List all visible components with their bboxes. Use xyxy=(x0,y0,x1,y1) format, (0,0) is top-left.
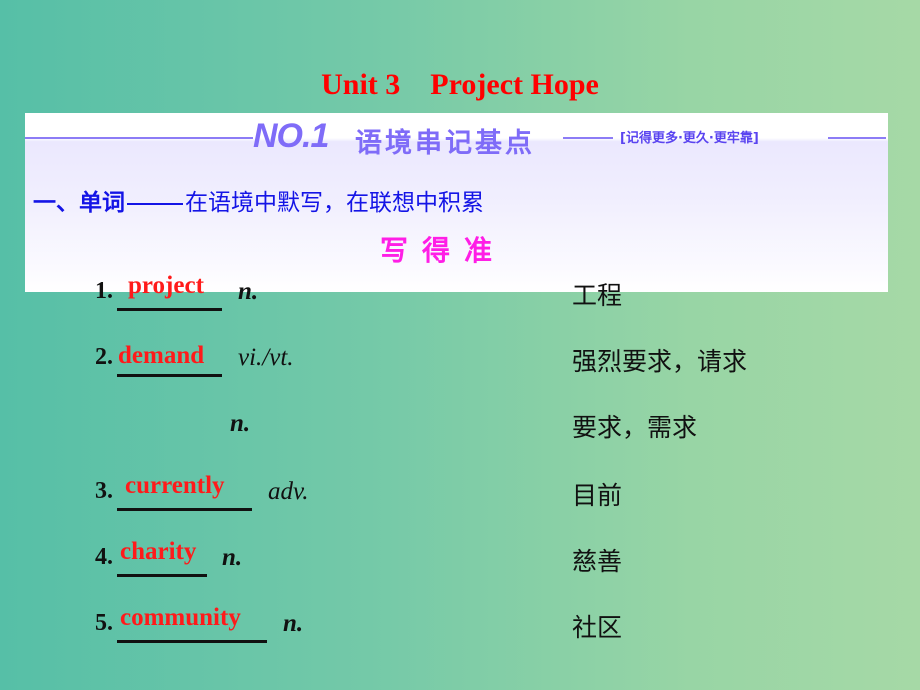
banner-title: 语境串记基点 xyxy=(355,128,535,159)
banner-divider-mid xyxy=(563,137,613,139)
sub-heading: 写得准 xyxy=(380,234,507,267)
meaning: 工程 xyxy=(572,281,623,310)
page-title: Unit 3 Project Hope xyxy=(321,68,599,101)
item-number: 3. xyxy=(95,478,113,504)
section-heading: 一、单词 在语境中默写，在联想中积累 xyxy=(33,183,484,217)
answer-text: demand xyxy=(118,342,205,369)
part-of-speech: n. xyxy=(238,278,259,305)
answer-text: currently xyxy=(125,472,225,499)
part-of-speech: n. xyxy=(230,410,251,437)
vocab-row: 3. currently adv. 目前 xyxy=(0,472,920,512)
item-number: 2. xyxy=(95,344,113,370)
vocab-row: 4. charity n. 慈善 xyxy=(0,538,920,578)
meaning: 强烈要求，请求 xyxy=(572,347,748,376)
answer-text: charity xyxy=(120,538,197,565)
meaning: 社区 xyxy=(572,613,623,642)
vocab-row: 5. community n. 社区 xyxy=(0,604,920,644)
meaning: 要求，需求 xyxy=(572,413,698,442)
banner-tag: [记得更多·更久·更牢靠] xyxy=(620,131,759,146)
meaning: 目前 xyxy=(572,481,623,510)
part-of-speech: adv. xyxy=(268,478,309,505)
banner-number: NO.1 xyxy=(253,117,329,155)
answer-text: community xyxy=(120,604,241,631)
item-number: 4. xyxy=(95,544,113,570)
item-number: 5. xyxy=(95,610,113,636)
part-of-speech: vi./vt. xyxy=(238,344,294,371)
section-banner: NO.1 语境串记基点 [记得更多·更久·更牢靠] 一、单词 在语境中默写，在联想… xyxy=(25,113,888,292)
answer-text: project xyxy=(128,272,204,299)
vocab-row: n. 要求，需求 xyxy=(0,406,920,446)
part-of-speech: n. xyxy=(222,544,243,571)
vocab-row: 2. demand vi./vt. 强烈要求，请求 xyxy=(0,340,920,380)
banner-divider-left xyxy=(25,137,253,139)
section-heading-label: 一、单词 xyxy=(33,190,125,216)
vocab-row: 1. project n. 工程 xyxy=(0,272,920,312)
meaning: 慈善 xyxy=(572,547,623,576)
section-heading-text: 在语境中默写，在联想中积累 xyxy=(185,190,484,216)
part-of-speech: n. xyxy=(283,610,304,637)
heading-dash xyxy=(127,203,183,205)
banner-divider-right xyxy=(828,137,886,139)
item-number: 1. xyxy=(95,278,113,304)
